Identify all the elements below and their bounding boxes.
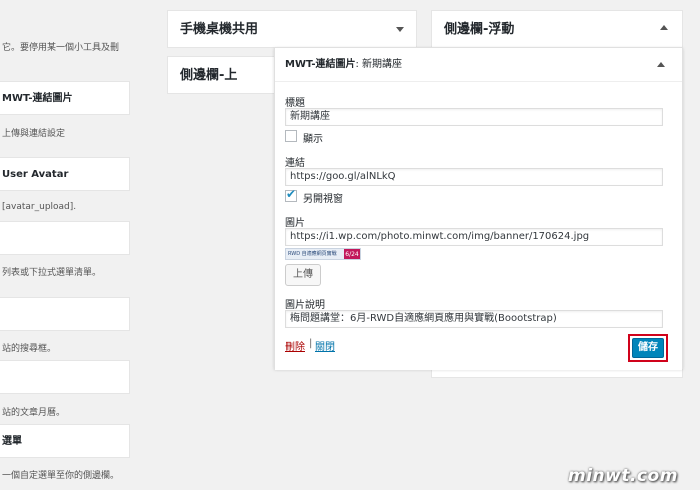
widget-custom-menu[interactable]: 選單 xyxy=(0,424,130,458)
title-input[interactable]: 新期講座 xyxy=(285,108,663,126)
widget-calendar[interactable] xyxy=(0,360,130,394)
widget-desc: 上傳與連結設定 xyxy=(2,129,66,139)
widget-desc: 一個自定選單至你的側邊欄。 xyxy=(2,471,120,481)
widget-panel-instance-title: : 新期講座 xyxy=(355,59,403,70)
delete-link[interactable]: 刪除 xyxy=(285,338,305,353)
check-icon: ✔ xyxy=(286,187,297,201)
widget-desc: [avatar_upload]. xyxy=(2,202,77,212)
widget-title: User Avatar xyxy=(2,169,69,180)
widget-desc: 站的文章月曆。 xyxy=(2,408,66,418)
sidebar-top[interactable]: 側邊欄-上 xyxy=(167,56,287,94)
title-label: 標題 xyxy=(285,98,305,109)
link-separator: | xyxy=(309,338,313,349)
watermark-text: minwt.com xyxy=(568,466,678,486)
banner-date: 6/24 xyxy=(344,249,360,259)
collapse-arrow-icon[interactable] xyxy=(396,27,404,32)
widget-title: MWT-連結圖片 xyxy=(2,93,73,104)
expand-arrow-icon[interactable] xyxy=(660,25,668,30)
widget-search[interactable] xyxy=(0,297,130,331)
widget-panel-name: MWT-連結圖片 xyxy=(285,59,356,70)
sidebar-mobile-desktop[interactable]: 手機桌機共用 xyxy=(167,10,417,48)
sidebar-title: 手機桌機共用 xyxy=(180,22,259,37)
sidebar-title: 側邊欄-浮動 xyxy=(444,22,515,37)
new-window-checkbox[interactable]: ✔ xyxy=(285,187,297,202)
link-label: 連結 xyxy=(285,158,305,169)
image-desc-input[interactable]: 梅問題講堂：6月-RWD自適應網頁應用與實戰(Boootstrap) xyxy=(285,310,663,328)
banner-text: RWD 自適應網頁實戰 xyxy=(288,251,337,257)
widget-desc: 列表或下拉式選單清單。 xyxy=(2,268,102,278)
collapse-widget-icon[interactable] xyxy=(657,62,665,67)
widgets-intro-text: 它。要停用某一個小工具及刪 xyxy=(2,43,120,53)
widget-desc: 站的搜尋框。 xyxy=(2,344,57,354)
image-desc-label: 圖片說明 xyxy=(285,300,325,311)
widget-categories[interactable] xyxy=(0,221,130,255)
image-url-input[interactable]: https://i1.wp.com/photo.minwt.com/img/ba… xyxy=(285,228,663,246)
upload-button[interactable]: 上傳 xyxy=(285,264,321,286)
widget-panel-header[interactable]: MWT-連結圖片: 新期講座 xyxy=(275,48,682,82)
link-input[interactable]: https://goo.gl/alNLkQ xyxy=(285,168,663,186)
sidebar-title: 側邊欄-上 xyxy=(180,68,238,83)
widget-panel-mwt-link-image: MWT-連結圖片: 新期講座 標題 新期講座 顯示 連結 https://goo… xyxy=(274,47,683,370)
save-button[interactable]: 儲存 xyxy=(632,338,664,358)
image-preview: RWD 自適應網頁實戰 6/24 xyxy=(285,248,361,260)
widget-panel-body: 標題 新期講座 顯示 連結 https://goo.gl/alNLkQ ✔ 另開… xyxy=(275,82,682,370)
widget-user-avatar[interactable]: User Avatar xyxy=(0,157,130,191)
widget-mwt-link-image[interactable]: MWT-連結圖片 xyxy=(0,81,130,115)
show-checkbox[interactable] xyxy=(285,130,297,142)
image-label: 圖片 xyxy=(285,218,305,229)
show-label: 顯示 xyxy=(303,134,323,145)
widget-title: 選單 xyxy=(2,436,22,447)
save-button-highlight: 儲存 xyxy=(628,334,668,362)
close-link[interactable]: 關閉 xyxy=(315,338,335,353)
new-window-label: 另開視窗 xyxy=(303,194,343,205)
